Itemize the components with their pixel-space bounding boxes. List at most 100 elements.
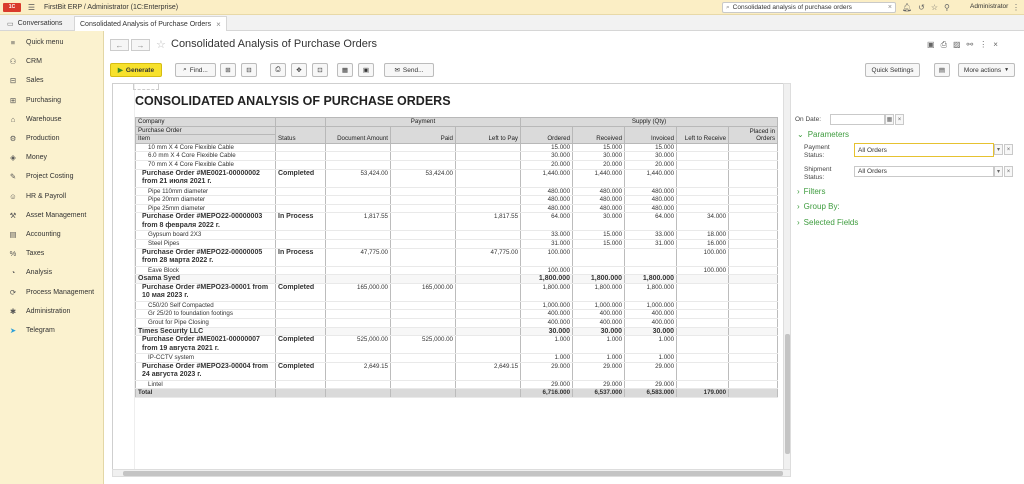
quick-settings-button[interactable]: Quick Settings [865, 63, 920, 77]
close-icon[interactable]: × [993, 40, 998, 50]
sidebar-item-warehouse[interactable]: ⌂ Warehouse [0, 112, 104, 126]
sidebar-item-purchasing[interactable]: ⊞ Purchasing [0, 93, 104, 107]
global-search-input[interactable]: ⌕ Consolidated analysis of purchase orde… [722, 2, 896, 13]
clear-date-button[interactable]: × [895, 114, 904, 125]
sidebar-item-money[interactable]: ◈ Money [0, 150, 104, 164]
move-button[interactable]: ✥ [291, 63, 307, 77]
table-cell [454, 327, 522, 337]
sidebar-item-accounting[interactable]: ▤ Accounting [0, 227, 104, 241]
table-cell: 34.000 [676, 212, 730, 232]
sidebar-item-production[interactable]: ⚙ Production [0, 131, 104, 145]
purchase-order-row[interactable]: Purchase Order #MEPO22-00000003 from 8 ф… [135, 212, 779, 232]
table-cell: 1.000 [520, 335, 574, 355]
filter-icon[interactable]: ⚲ [944, 3, 950, 12]
item-row[interactable]: Steel Pipes 31.000 15.000 31.000 16.000 [135, 239, 779, 249]
item-row[interactable]: IP-CCTV system 1.000 1.000 1.000 [135, 353, 779, 363]
sidebar-item-asset-management[interactable]: ⚒ Asset Management [0, 208, 104, 222]
company-row[interactable]: Times Security LLC 30.000 30.000 30.000 [135, 327, 779, 337]
parameters-section[interactable]: ⌄ Parameters [797, 130, 853, 139]
print-button[interactable]: ⎙ [270, 63, 286, 77]
tab-conversations[interactable]: ▭ Conversations [2, 16, 67, 31]
generate-button[interactable]: ▶ Generate [110, 63, 162, 77]
item-row[interactable]: 10 mm X 4 Core Flexible Cable 15.000 15.00… [135, 143, 779, 153]
item-row[interactable]: Grout for Pipe Closing 400.000 400.000 400.… [135, 318, 779, 328]
bell-icon[interactable]: 🔔︎ [902, 3, 912, 12]
item-row[interactable]: Pipe 20mm diameter 480.000 480.000 480.000 [135, 195, 779, 205]
sidebar-item-analysis[interactable]: ◔ Analysis [0, 265, 104, 279]
vertical-scrollbar[interactable] [783, 83, 791, 473]
sidebar-item-process-management[interactable]: ⟳ Process Management [0, 285, 104, 299]
item-row[interactable]: Lintel 29.000 29.000 29.000 [135, 380, 779, 390]
purchase-order-row[interactable]: Purchase Order #ME0021-00000007 from 19 … [135, 335, 779, 355]
favorites-icon[interactable]: ☆ [931, 3, 938, 12]
history-icon[interactable]: ↺ [918, 3, 925, 12]
report-area[interactable]: CONSOLIDATED ANALYSIS OF PURCHASE ORDERS… [112, 83, 791, 473]
filters-section[interactable]: › Filters [797, 187, 829, 196]
sidebar-item-telegram[interactable]: ➤ Telegram [0, 323, 104, 337]
save-button[interactable]: ▣ [358, 63, 374, 77]
table-cell: Gypsum board 2X3 [135, 230, 276, 240]
sidebar-item-administration[interactable]: ✱ Administration [0, 304, 104, 318]
item-row[interactable]: Pipe 25mm diameter 480.000 480.000 480.000 [135, 204, 779, 214]
item-row[interactable]: Eave Block 100.000 100.000 [135, 266, 779, 276]
shipment-status-select[interactable]: All Orders [854, 166, 994, 177]
table-cell [390, 187, 456, 197]
table-cell: 1.000 [624, 335, 678, 355]
table-cell: 70 mm X 4 Core Flexible Cable [135, 160, 276, 170]
sidebar-item-quick-menu[interactable]: ≡ Quick menu [0, 35, 104, 49]
item-row[interactable]: Gypsum board 2X3 33.000 15.000 33.000 18.000 [135, 230, 779, 240]
settings-icon[interactable]: ⋮ [1012, 3, 1020, 12]
group-by-section[interactable]: › Group By: [797, 202, 844, 211]
item-row[interactable]: C50/20 Self Compacted 1,000.000 1,000.000 1… [135, 301, 779, 311]
sidebar-item-sales[interactable]: ⊟ Sales [0, 73, 104, 87]
company-row[interactable]: Osama Syed 1,800.000 1,800.000 1,800.000 [135, 274, 779, 284]
selected-fields-section[interactable]: › Selected Fields [797, 218, 862, 227]
tab-consolidated-analysis[interactable]: Consolidated Analysis of Purchase Orders… [74, 16, 227, 31]
forward-button[interactable]: → [131, 39, 150, 51]
export-button[interactable]: ▦ [337, 63, 353, 77]
item-row[interactable]: Pipe 110mm diameter 480.000 480.000 480.000 [135, 187, 779, 197]
shipment-status-dropdown[interactable]: ▾ [994, 166, 1003, 177]
payment-status-clear[interactable]: × [1004, 144, 1013, 155]
item-row[interactable]: 70 mm X 4 Core Flexible Cable 20.000 20.00… [135, 160, 779, 170]
back-button[interactable]: ← [110, 39, 129, 51]
table-cell: 47,775.00 [325, 248, 391, 267]
preview-button[interactable]: ⊡ [312, 63, 328, 77]
menu-icon[interactable]: ☰ [27, 3, 36, 12]
calendar-button[interactable]: ▦ [885, 114, 894, 125]
close-tab-icon[interactable]: × [216, 20, 221, 29]
purchase-order-row[interactable]: Purchase Order #MEPO23-00001 from 10 мая… [135, 283, 779, 302]
item-row[interactable]: Gr 25/20 to foundation footings 400.000 40… [135, 309, 779, 319]
purchase-order-row[interactable]: Purchase Order #ME0021-00000002 from 21 … [135, 169, 779, 188]
on-date-input[interactable] [830, 114, 885, 125]
settings-panel-button[interactable]: ▤ [934, 63, 950, 77]
purchase-order-row[interactable]: Purchase Order #MEPO22-00000005 from 28 … [135, 248, 779, 267]
user-name[interactable]: Administrator [970, 3, 1008, 10]
scroll-thumb[interactable] [123, 471, 783, 476]
sidebar-item-project-costing[interactable]: ✎ Project Costing [0, 169, 104, 183]
expand-groups-button[interactable]: ⊞ [220, 63, 236, 77]
link-icon[interactable]: ⚯ [967, 40, 974, 50]
send-button[interactable]: ✉ Send... [384, 63, 434, 77]
sidebar-item-taxes[interactable]: % Taxes [0, 246, 104, 260]
payment-status-select[interactable]: All Orders [854, 143, 994, 157]
favorite-star-icon[interactable]: ☆ [156, 38, 166, 51]
collapse-groups-button[interactable]: ⊟ [241, 63, 257, 77]
total-row[interactable]: Total 6,716.000 6,537.000 6,583.000 179.000 [135, 388, 779, 398]
horizontal-scrollbar[interactable] [112, 469, 791, 477]
scroll-thumb[interactable] [785, 334, 790, 454]
print-icon[interactable]: ⎙ [941, 40, 947, 50]
clear-search-icon[interactable]: × [888, 4, 892, 11]
sidebar-item-crm[interactable]: ⚇ CRM [0, 54, 104, 68]
report-title: CONSOLIDATED ANALYSIS OF PURCHASE ORDERS [135, 94, 451, 108]
purchase-order-row[interactable]: Purchase Order #MEPO23-00004 from 24 авг… [135, 362, 779, 381]
find-button[interactable]: ⌕ Find... [175, 63, 216, 77]
picture-icon[interactable]: ▨ [953, 40, 961, 50]
more-icon[interactable]: ⋮ [979, 40, 987, 50]
shipment-status-clear[interactable]: × [1004, 166, 1013, 177]
item-row[interactable]: 6.0 mm X 4 Core Flexible Cable 30.000 30.0… [135, 151, 779, 161]
save-icon[interactable]: ▣ [927, 40, 935, 50]
sidebar-item-hr-payroll[interactable]: ☺ HR & Payroll [0, 189, 104, 203]
payment-status-dropdown[interactable]: ▾ [994, 144, 1003, 155]
more-actions-button[interactable]: More actions ▼ [958, 63, 1015, 77]
